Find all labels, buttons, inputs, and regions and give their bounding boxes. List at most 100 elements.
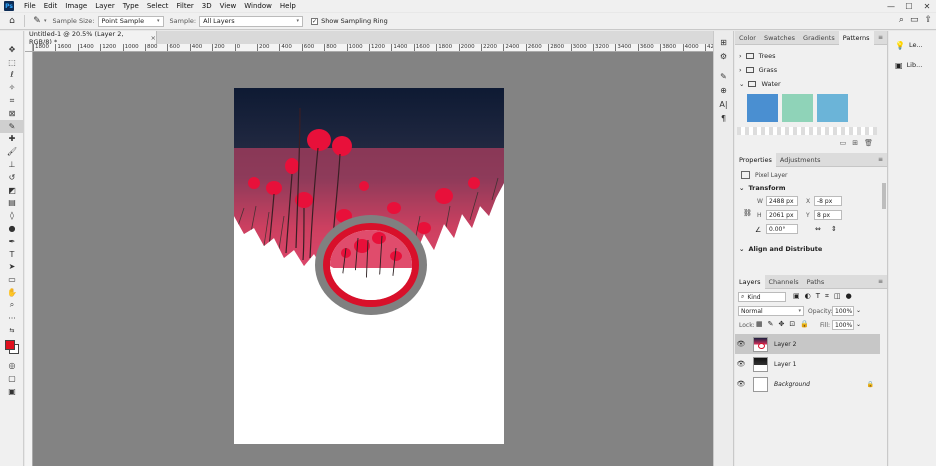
menu-image[interactable]: Image [61,0,91,12]
search-icon[interactable]: ⌕ [899,15,904,25]
chevron-down-icon[interactable]: ⌄ [856,307,861,314]
menu-type[interactable]: Type [119,0,143,12]
tab-layers[interactable]: Layers [735,274,765,289]
sampling-ring-checkbox[interactable]: ✓ [311,17,319,25]
blend-mode-select[interactable]: Normal ▾ [738,306,804,316]
flip-horizontal-icon[interactable]: ⇔ [815,225,821,233]
panel-menu-icon[interactable]: ≡ [878,156,883,163]
tab-gradients[interactable]: Gradients [799,31,839,45]
menu-file[interactable]: File [20,0,40,12]
pen-icon[interactable]: ✒ [0,235,24,248]
swap-colors-icon[interactable]: ⇆ [0,325,24,338]
gradient-icon[interactable]: ▤ [0,197,24,210]
tab-paths[interactable]: Paths [803,275,829,289]
artboard-icon[interactable]: ▣ [0,385,24,398]
eye-icon[interactable]: 👁 [735,380,747,388]
filter-shape-icon[interactable]: ⌗ [825,292,829,301]
filter-type-icon[interactable]: T [816,292,820,301]
menu-edit[interactable]: Edit [40,0,62,12]
character-panel-icon[interactable]: A| [714,97,733,111]
minimize-button[interactable]: — [882,0,900,12]
frame-icon[interactable]: ⊠ [0,107,24,120]
history-brush-icon[interactable]: ↺ [0,171,24,184]
eyedropper-preset-icon[interactable]: ✎ [30,14,44,28]
history-panel-icon[interactable]: ⊞ [714,35,733,49]
hand-icon[interactable]: ✋ [0,286,24,299]
lock-position-icon[interactable]: ✥ [779,320,785,328]
opacity-field[interactable]: 100% [832,306,854,316]
chevron-down-icon[interactable]: ▾ [44,18,47,24]
quick-select-icon[interactable]: ✧ [0,81,24,94]
angle-field[interactable]: 0.00° [766,224,798,234]
fill-field[interactable]: 100% [832,320,854,330]
tab-patterns[interactable]: Patterns [838,30,874,45]
actions-panel-icon[interactable]: ⚙ [714,49,733,63]
pattern-swatch[interactable] [782,94,813,122]
lock-artboard-icon[interactable]: ⊡ [789,320,795,328]
workspace-icon[interactable]: ▭ [910,15,919,25]
delete-icon[interactable]: 🗑 [864,139,873,153]
layer-name[interactable]: Layer 1 [774,361,796,368]
screen-mode-icon[interactable]: ▢ [0,372,24,385]
lasso-icon[interactable]: ℓ [0,69,24,82]
tab-adjustments[interactable]: Adjustments [776,153,825,167]
panel-menu-icon[interactable]: ≡ [878,278,883,285]
zoom-icon[interactable]: ⌕ [0,299,24,312]
filter-smart-icon[interactable]: ◫ [834,292,841,301]
menu-layer[interactable]: Layer [91,0,119,12]
close-tab-icon[interactable]: × [151,34,156,42]
home-icon[interactable]: ⌂ [5,14,19,28]
layer-name[interactable]: Layer 2 [774,341,796,348]
flip-vertical-icon[interactable]: ⇕ [831,225,837,233]
menu-3d[interactable]: 3D [198,0,216,12]
tab-swatches[interactable]: Swatches [760,31,799,45]
dodge-icon[interactable]: ● [0,222,24,235]
height-field[interactable]: 2061 px [766,210,798,220]
healing-icon[interactable]: ✚ [0,133,24,146]
foreground-color-swatch[interactable] [5,340,15,351]
pattern-group-water[interactable]: ⌄ Water [735,77,887,91]
type-icon[interactable]: T [0,248,24,261]
eye-icon[interactable]: 👁 [735,360,747,368]
lock-all-icon[interactable]: 🔒 [800,320,809,328]
brush-icon[interactable]: 🖌 [0,145,24,158]
transform-title[interactable]: ⌄ Transform [735,182,786,194]
tab-channels[interactable]: Channels [765,275,803,289]
shape-icon[interactable]: ▭ [0,273,24,286]
layer-name[interactable]: Background [774,381,810,388]
x-field[interactable]: -8 px [814,196,842,206]
lock-icon[interactable]: 🔒 [867,381,874,388]
tab-color[interactable]: Color [735,31,760,45]
marquee-icon[interactable]: ⬚ [0,56,24,69]
menu-window[interactable]: Window [240,0,276,12]
link-icon[interactable]: ⛓ [743,209,752,217]
quick-mask-icon[interactable]: ◎ [0,359,24,372]
stamp-icon[interactable]: ⊥ [0,158,24,171]
document-canvas[interactable] [234,88,504,444]
brushes-panel-icon[interactable]: ✎ [714,69,733,83]
pattern-swatch[interactable] [747,94,778,122]
path-select-icon[interactable]: ➤ [0,261,24,274]
maximize-button[interactable]: ☐ [900,0,918,12]
pattern-group-trees[interactable]: › Trees [735,49,887,63]
lock-pixels-icon[interactable]: ✎ [768,320,774,328]
document-tab[interactable]: Untitled-1 @ 20.5% (Layer 2, RGB/8) * × [25,30,157,46]
layer-row-layer-2[interactable]: 👁 Layer 2 [735,334,880,354]
clone-source-panel-icon[interactable]: ⊕ [714,83,733,97]
chevron-down-icon[interactable]: ⌄ [856,321,861,328]
sample-select[interactable]: All Layers ▾ [199,15,304,27]
sample-size-select[interactable]: Point Sample ▾ [97,15,164,27]
blur-icon[interactable]: ◊ [0,209,24,222]
pattern-group-grass[interactable]: › Grass [735,63,887,77]
menu-view[interactable]: View [216,0,241,12]
learn-panel-button[interactable]: 💡 Le... [889,35,936,55]
move-icon[interactable]: ✥ [0,43,24,56]
y-field[interactable]: 8 px [814,210,842,220]
new-pattern-icon[interactable]: ⊞ [852,139,858,153]
eraser-icon[interactable]: ◩ [0,184,24,197]
filter-pixel-icon[interactable]: ▣ [793,292,800,301]
filter-toggle-icon[interactable]: ● [846,292,852,301]
eye-icon[interactable]: 👁 [735,340,747,348]
align-title[interactable]: ⌄ Align and Distribute [735,243,822,255]
menu-help[interactable]: Help [276,0,300,12]
